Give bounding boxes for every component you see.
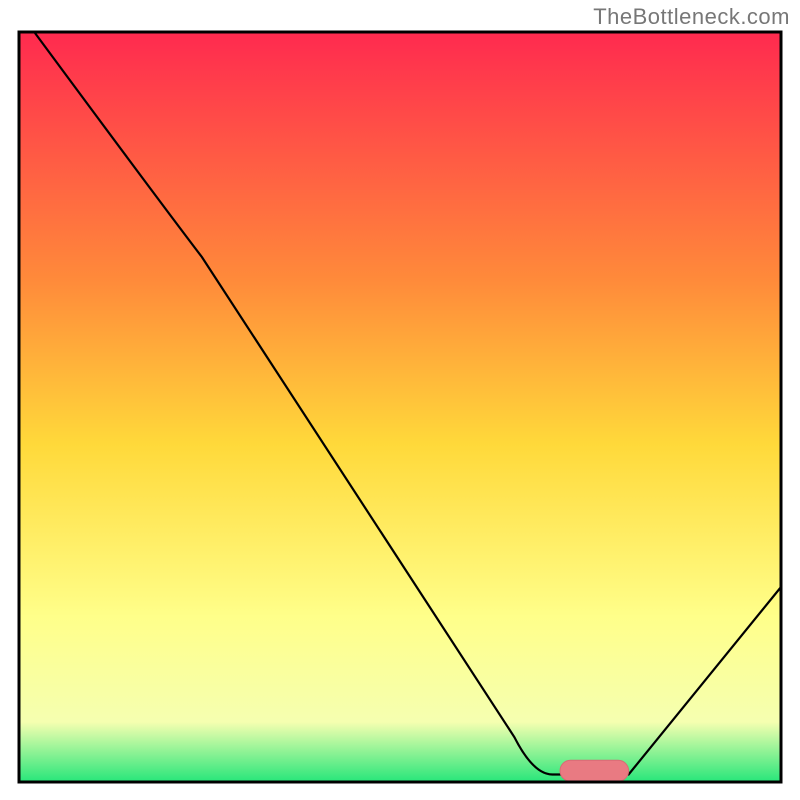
plot-background — [19, 32, 781, 782]
optimal-marker — [560, 760, 629, 781]
watermark-text: TheBottleneck.com — [593, 4, 790, 30]
chart-container: TheBottleneck.com — [0, 0, 800, 800]
chart-svg — [0, 0, 800, 800]
